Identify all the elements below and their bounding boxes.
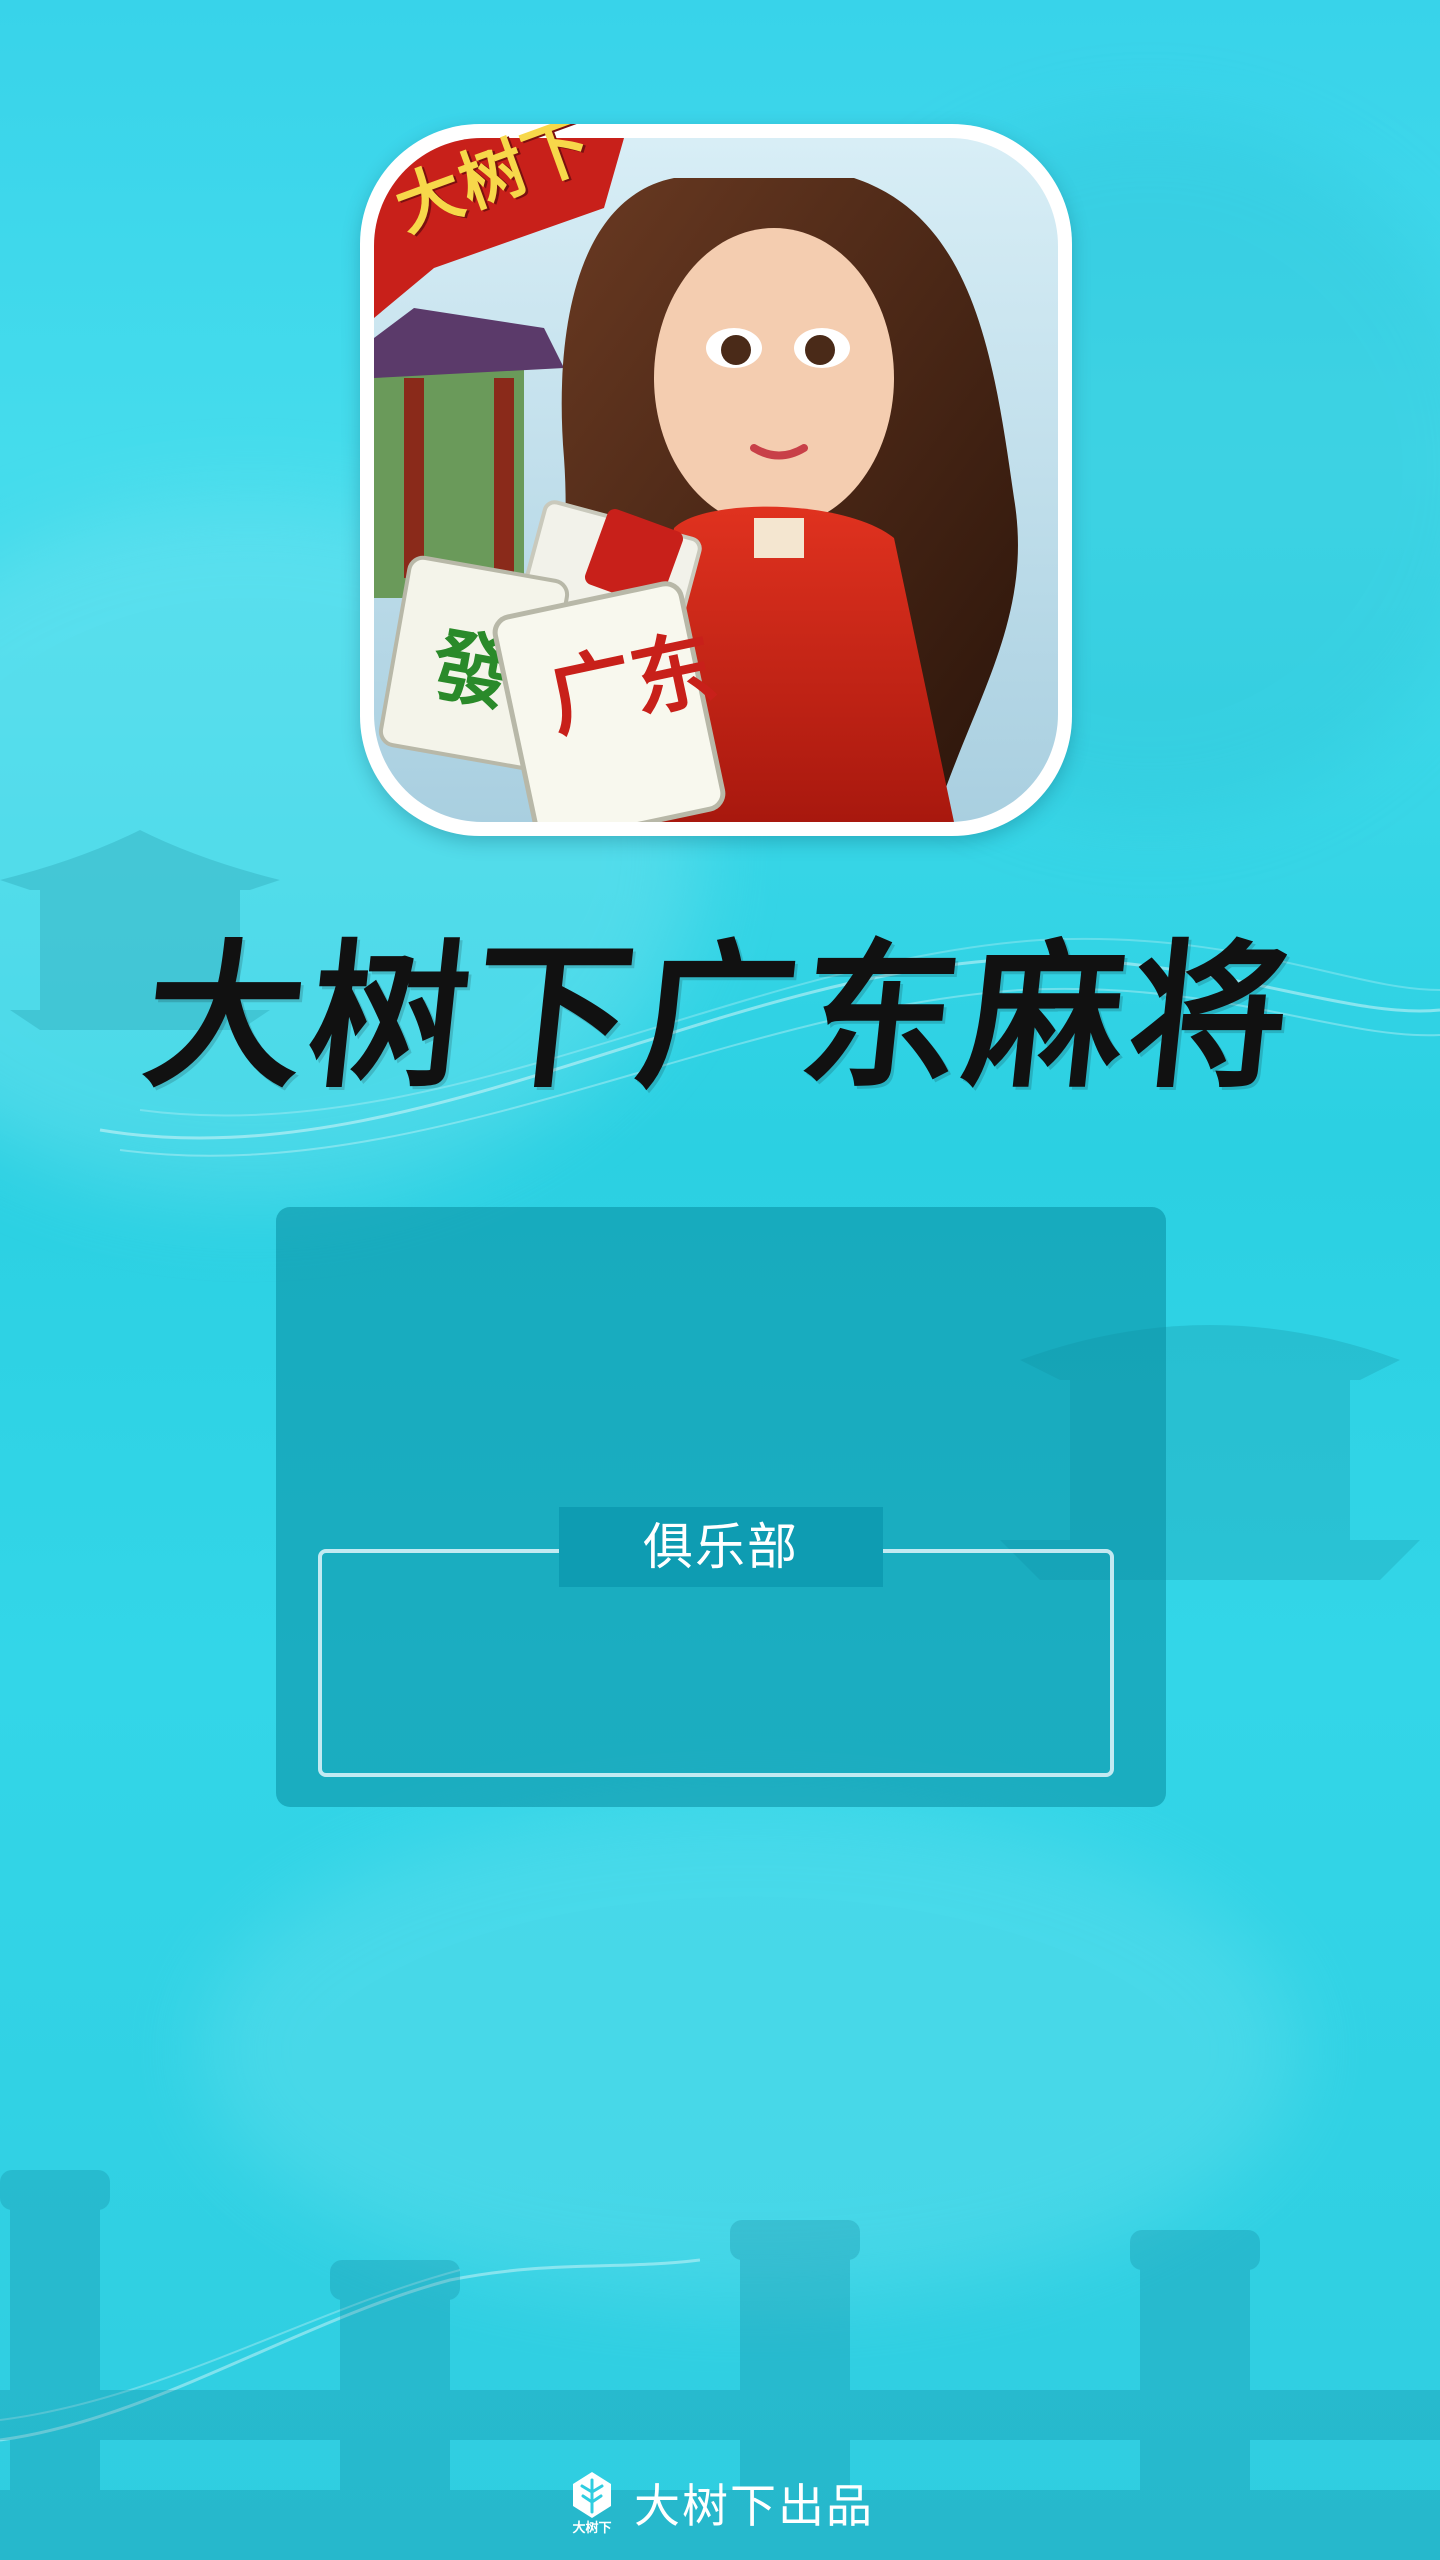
club-label-wrap: 俱乐部 — [276, 1507, 1166, 1587]
club-panel: 俱乐部 — [276, 1207, 1166, 1807]
footer-text: 大树下出品 — [634, 2479, 874, 2533]
tree-logo-icon — [573, 2472, 611, 2518]
club-label: 俱乐部 — [559, 1507, 883, 1587]
app-title: 大树下广东麻将 — [136, 925, 1304, 1110]
app-icon-artwork: 發 广东 — [374, 138, 1058, 822]
footer: 大树下 大树下出品 — [0, 2468, 1440, 2544]
footer-logo-text: 大树下 — [572, 2521, 612, 2536]
footer-logo: 大树下 — [566, 2470, 618, 2542]
app-icon: 發 广东 大树下 — [360, 124, 1072, 836]
